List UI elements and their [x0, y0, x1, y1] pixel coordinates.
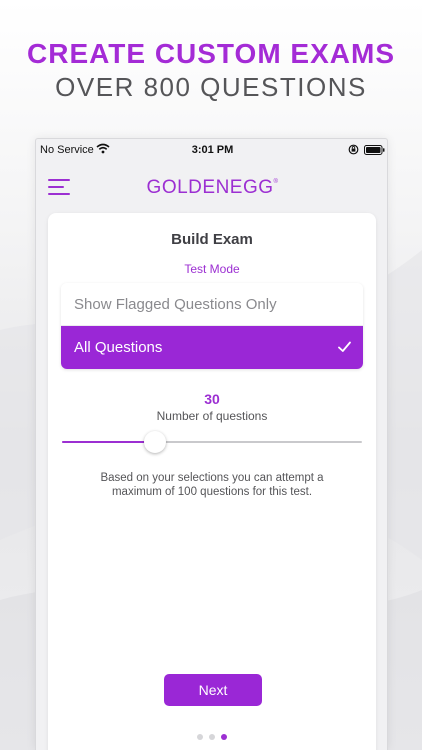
brand-right: EGG: [229, 177, 274, 198]
page-indicator: [48, 727, 376, 745]
phone-frame: No Service 3:01 PM GOLDENEGG® Build Exam…: [35, 138, 388, 750]
option-all-questions[interactable]: All Questions: [61, 326, 363, 369]
nav-bar: GOLDENEGG®: [36, 161, 387, 213]
page-dot[interactable]: [209, 734, 215, 740]
brand-mark: ®: [273, 179, 279, 185]
question-count-label: Number of questions: [156, 409, 268, 423]
status-bar: No Service 3:01 PM: [36, 139, 387, 161]
slider-thumb[interactable]: [144, 431, 166, 453]
question-count-value: 30: [204, 391, 220, 407]
battery-icon: [364, 145, 385, 155]
checkmark-icon: [338, 341, 351, 352]
slider-fill: [62, 441, 155, 443]
test-mode-options: Show Flagged Questions Only All Question…: [61, 283, 363, 369]
next-button[interactable]: Next: [164, 674, 262, 706]
promo-headline: CREATE CUSTOM EXAMS: [27, 38, 395, 69]
option-flagged-questions[interactable]: Show Flagged Questions Only: [61, 283, 363, 326]
option-label: Show Flagged Questions Only: [74, 296, 277, 313]
build-exam-card: Build Exam Test Mode Show Flagged Questi…: [48, 213, 376, 750]
question-count-slider[interactable]: [62, 430, 362, 454]
test-mode-label: Test Mode: [184, 262, 240, 276]
brand-left: GOLDEN: [146, 177, 230, 198]
promo-subheadline: OVER 800 QUESTIONS: [55, 72, 367, 102]
status-time: 3:01 PM: [191, 144, 234, 156]
selection-note: Based on your selections you can attempt…: [100, 472, 324, 498]
page-dot[interactable]: [197, 734, 203, 740]
orientation-lock-icon: [348, 144, 359, 155]
brand-logo: GOLDENEGG®: [36, 177, 387, 199]
option-label: All Questions: [74, 339, 163, 356]
page-dot[interactable]: [221, 734, 227, 740]
card-title: Build Exam: [171, 231, 253, 248]
